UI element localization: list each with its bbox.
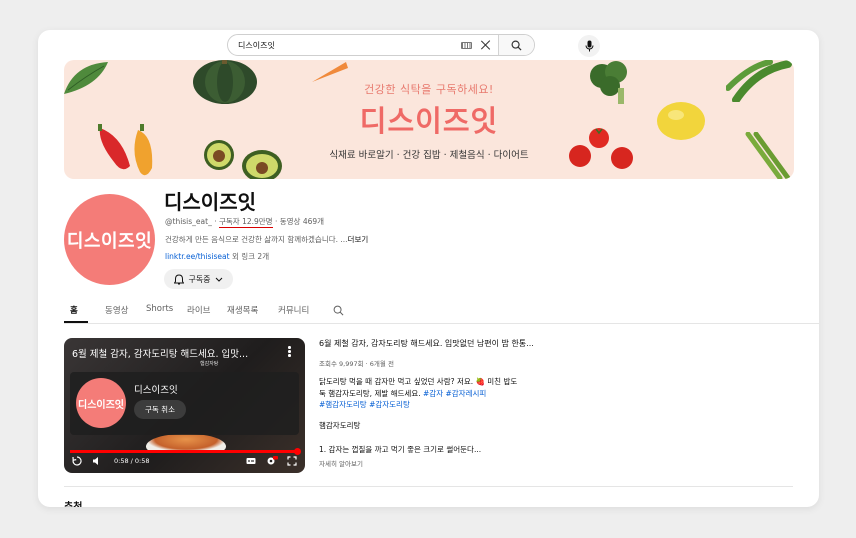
voice-search-button[interactable]: [578, 35, 600, 57]
channel-search-icon[interactable]: [333, 305, 344, 316]
channel-tabs: 홈 동영상 Shorts 라이브 재생목록 커뮤니티: [64, 300, 819, 324]
featured-video-player[interactable]: 6월 제철 감자, 감자도리탕 해드세요. 입맛... 햄감자탕 디스이즈잇 디…: [64, 338, 305, 473]
subtitles-icon[interactable]: [246, 456, 256, 466]
progress-bar[interactable]: [70, 450, 299, 453]
end-card-channel: 디스이즈잇: [134, 385, 178, 396]
banner-subtitle: 건강한 식탁을 구독하세요!: [364, 83, 494, 96]
volume-icon[interactable]: [92, 456, 102, 466]
keyboard-icon[interactable]: [461, 41, 472, 49]
end-card: 디스이즈잇 디스이즈잇 구독 취소: [70, 372, 299, 435]
external-link[interactable]: linktr.ee/thisiseat: [165, 252, 230, 261]
tab-shorts[interactable]: Shorts: [146, 304, 173, 314]
hashtag-link[interactable]: #감자레시피: [446, 389, 487, 398]
progress-fill: [70, 450, 299, 453]
fullscreen-icon[interactable]: [287, 456, 297, 466]
chevron-down-icon: [215, 277, 222, 282]
channel-name: 디스이즈잇: [164, 190, 256, 214]
subscribed-button[interactable]: 구독중: [164, 269, 233, 289]
tab-videos[interactable]: 동영상: [105, 304, 128, 316]
search-box: [227, 34, 535, 56]
video-title-overlay[interactable]: 6월 제철 감자, 감자도리탕 해드세요. 입맛...: [72, 346, 248, 360]
hashtag-link[interactable]: #햄감자도리탕: [319, 400, 367, 409]
scrubber-handle[interactable]: [294, 448, 301, 455]
tab-live[interactable]: 라이브: [187, 304, 210, 316]
strawberry-emoji: 🍓: [475, 377, 485, 386]
channel-handle: @thisis_eat_ ·: [165, 217, 219, 226]
channel-meta: @thisis_eat_ · 구독자 12.9만명 · 동영상 469개: [165, 216, 325, 228]
recipe-name: 햄감자도리탕: [319, 421, 361, 430]
active-tab-indicator: [64, 321, 88, 323]
tab-community[interactable]: 커뮤니티: [278, 304, 309, 316]
tab-playlists[interactable]: 재생목록: [227, 304, 258, 316]
hashtag-link[interactable]: #감자도리탕: [369, 400, 410, 409]
read-more-link[interactable]: 자세히 알아보기: [319, 458, 363, 468]
channel-avatar[interactable]: 디스이즈잇: [64, 194, 155, 285]
more-link[interactable]: 더보기: [348, 235, 369, 244]
time-display: 0:58 / 0:58: [114, 457, 150, 465]
replay-icon[interactable]: [72, 456, 82, 466]
subscriber-count: 구독자 12.9만명: [218, 217, 273, 228]
channel-links: linktr.ee/thisiseat 외 링크 2개: [165, 251, 269, 262]
more-vert-icon[interactable]: [288, 346, 291, 358]
search-input[interactable]: [228, 35, 461, 55]
video-title[interactable]: 6월 제철 감자, 감자도리탕 해드세요. 입맛없던 남편이 밥 한통...: [319, 338, 534, 349]
channel-banner: 건강한 식탁을 구독하세요! 디스이즈잇 식재료 바로알기 · 건강 집밥 · …: [64, 60, 794, 179]
unsubscribe-button[interactable]: 구독 취소: [134, 400, 186, 419]
subscribed-label: 구독중: [188, 274, 211, 284]
banner-tags: 식재료 바로알기 · 건강 집밥 · 제철음식 · 다이어트: [329, 150, 529, 161]
clear-search-icon[interactable]: [478, 37, 494, 53]
video-caption: 햄감자탕: [200, 361, 219, 367]
video-stats: 조회수 9,997회 · 6개월 전: [319, 360, 394, 368]
video-description: 닭도리탕 먹을 때 감자만 먹고 싶었던 사람? 저요. 🍓 미친 밥도 둑 햄…: [319, 377, 518, 409]
end-card-avatar[interactable]: 디스이즈잇: [76, 378, 126, 428]
recipe-step: 1. 감자는 껍질을 까고 먹기 좋은 크기로 썰어둔다...: [319, 445, 482, 454]
channel-description[interactable]: 건강하게 만든 음식으로 건강한 삶까지 함께하겠습니다. ...더보기: [165, 234, 368, 245]
section-divider: [64, 486, 793, 487]
tab-home[interactable]: 홈: [70, 304, 78, 316]
search-icon: [511, 40, 522, 51]
bell-icon: [174, 273, 185, 284]
section-heading: 추천: [64, 498, 82, 507]
settings-icon[interactable]: [266, 456, 278, 466]
player-controls: 0:58 / 0:58: [70, 456, 299, 470]
microphone-icon: [585, 40, 593, 52]
search-button[interactable]: [498, 35, 534, 55]
avatar-text: 디스이즈잇: [66, 230, 153, 252]
video-count: · 동영상 469개: [272, 217, 325, 226]
link-suffix: 외 링크 2개: [229, 252, 270, 261]
banner-title: 디스이즈잇: [359, 104, 499, 138]
browser-window: 건강한 식탁을 구독하세요! 디스이즈잇 식재료 바로알기 · 건강 집밥 · …: [38, 30, 819, 507]
hashtag-link[interactable]: #감자: [423, 389, 443, 398]
